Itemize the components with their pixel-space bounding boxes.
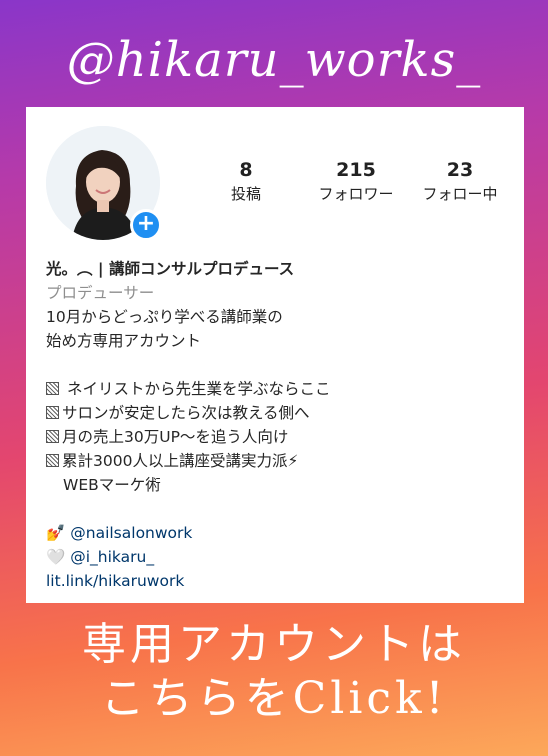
bio-bullet: 月の売上30万UP〜を追う人向け [46, 425, 516, 449]
stat-label: 投稿 [230, 185, 261, 203]
stat-label: フォロー中 [422, 185, 498, 203]
profile-category: プロデューサー [46, 284, 155, 302]
bio-bullet-continuation: WEBマーケ術 [63, 476, 161, 494]
square-bullet-icon [46, 454, 59, 467]
stat-followers[interactable]: 215 フォロワー [306, 157, 406, 205]
mention-i-hikaru[interactable]: 🤍 @i_hikaru_ [46, 545, 516, 569]
bio-bullet: ネイリストから先生業を学ぶならここ [46, 377, 516, 401]
stat-posts[interactable]: 8 投稿 [196, 157, 296, 205]
add-story-button[interactable]: + [130, 209, 162, 241]
square-bullet-icon [46, 430, 59, 443]
mention-nailsalonwork[interactable]: 💅 @nailsalonwork [46, 521, 516, 545]
profile-name: 光。︵ | 講師コンサルプロデュース [46, 260, 295, 278]
bio-bullet: サロンが安定したら次は教える側へ [46, 401, 516, 425]
stat-value: 8 [239, 159, 253, 181]
stat-value: 215 [336, 159, 376, 181]
account-handle-title: @hikaru_works_ [66, 32, 482, 88]
nail-polish-icon: 💅 [46, 524, 66, 542]
stat-label: フォロワー [318, 185, 394, 203]
square-bullet-icon [46, 406, 59, 419]
cta-line: こちらをClick! [100, 673, 448, 724]
profile-card: + 8 投稿 215 フォロワー 23 フォロー中 光。︵ | 講師コンサルプロ… [26, 107, 524, 603]
mention-link[interactable]: @i_hikaru_ [70, 548, 154, 566]
stat-value: 23 [446, 159, 474, 181]
profile-bio: 光。︵ | 講師コンサルプロデュース プロデューサー 10月からどっぷり学べる講… [46, 257, 516, 593]
square-bullet-icon [46, 382, 59, 395]
bio-bullet: 累計3000人以上講座受講実力派⚡ [46, 449, 516, 473]
bio-line: 10月からどっぷり学べる講師業の [46, 308, 283, 326]
mention-link[interactable]: @nailsalonwork [70, 524, 192, 542]
profile-website-link[interactable]: lit.link/hikaruwork [46, 569, 516, 593]
bio-line: 始め方専用アカウント [46, 332, 202, 350]
white-heart-icon: 🤍 [46, 548, 66, 566]
cta-text[interactable]: 専用アカウントは こちらをClick! [0, 618, 548, 726]
cta-line: 専用アカウントは [82, 619, 466, 670]
stat-following[interactable]: 23 フォロー中 [410, 157, 510, 205]
